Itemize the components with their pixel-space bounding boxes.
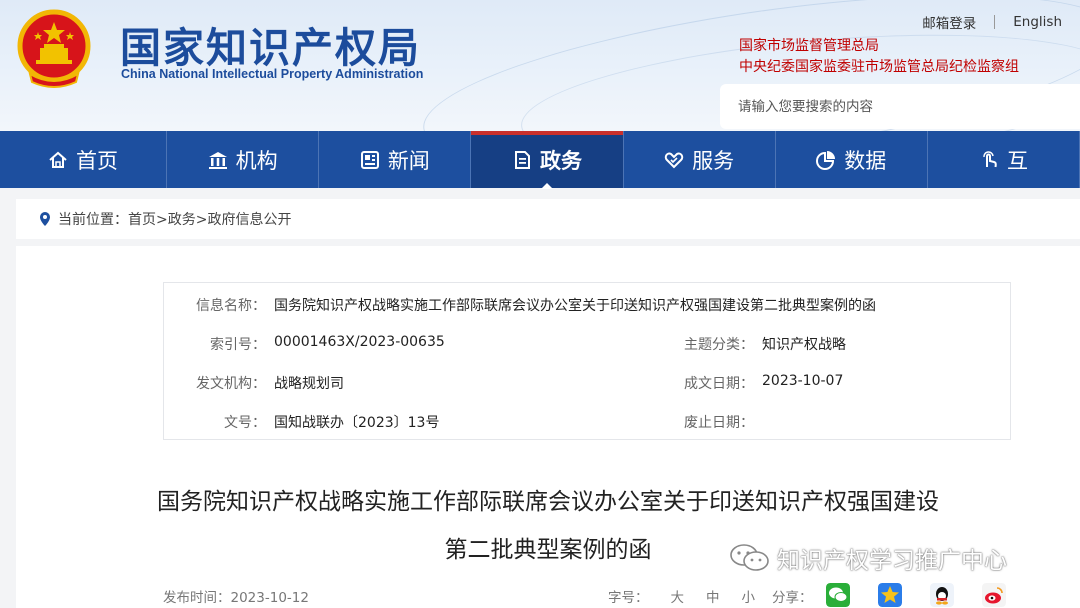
nav-label: 新闻 <box>387 148 430 173</box>
watermark-text: 知识产权学习推广中心 <box>777 548 1007 574</box>
main-nav: 首页 机构 新闻 政务 服务 数据 互 <box>0 131 1080 189</box>
wechat-watermark-icon <box>730 544 769 571</box>
search-box <box>720 84 1080 129</box>
info-label: 文号： <box>224 415 266 431</box>
discipline-inspection-link[interactable]: 中央纪委国家监委驻市场监管总局纪检监察组 <box>739 56 1019 76</box>
english-link[interactable]: English <box>995 14 1080 30</box>
page: 国家知识产权局 China National Intellectual Prop… <box>0 0 1080 608</box>
pie-chart-icon <box>816 150 836 170</box>
info-label: 发文机构： <box>196 376 266 392</box>
institution-icon <box>208 151 227 169</box>
nav-label: 数据 <box>844 148 887 173</box>
document-title-line1: 国务院知识产权战略实施工作部际联席会议办公室关于印送知识产权强国建设 <box>157 489 939 515</box>
publish-date: 2023-10-12 <box>230 590 309 606</box>
info-label: 废止日期： <box>684 415 754 431</box>
share-label: 分享： <box>772 590 813 606</box>
site-header: 国家知识产权局 China National Intellectual Prop… <box>0 0 1080 131</box>
nav-item-interaction[interactable]: 互 <box>928 131 1080 188</box>
nav-item-institution[interactable]: 机构 <box>167 131 320 188</box>
font-size-switcher: 字号： 大 中 小 <box>608 586 777 606</box>
hand-heart-icon <box>664 152 684 168</box>
info-label: 索引号： <box>210 337 266 353</box>
meta-row: 发布时间：2023-10-12 字号： 大 中 小 分享： <box>0 583 1080 607</box>
breadcrumb-prefix: 当前位置： <box>58 212 128 228</box>
nav-label: 互 <box>1006 148 1028 173</box>
breadcrumb-path[interactable]: 首页>政务>政府信息公开 <box>128 209 291 229</box>
national-emblem-icon[interactable] <box>16 8 92 88</box>
newspaper-icon <box>360 150 379 169</box>
qzone-icon[interactable] <box>878 583 902 607</box>
nav-item-home[interactable]: 首页 <box>0 131 168 188</box>
site-name-en[interactable]: China National Intellectual Property Adm… <box>121 67 423 81</box>
info-value: 战略规划司 <box>274 376 344 392</box>
site-name-cn[interactable]: 国家知识产权局 <box>120 14 421 74</box>
search-input[interactable] <box>738 96 1058 118</box>
wechat-icon[interactable] <box>826 583 850 607</box>
nav-item-news[interactable]: 新闻 <box>319 131 472 188</box>
info-value: 2023-10-07 <box>762 373 844 389</box>
publish-info: 发布时间：2023-10-12 <box>163 586 309 606</box>
info-value: 国知战联办〔2023〕13号 <box>274 415 440 431</box>
info-row-index: 索引号： 00001463X/2023-00635 主题分类： 知识产权战略 <box>164 334 1012 354</box>
info-row-issuer: 发文机构： 战略规划司 成文日期： 2023-10-07 <box>164 373 1012 393</box>
info-value: 知识产权战略 <box>762 337 846 353</box>
info-value: 00001463X/2023-00635 <box>274 334 445 350</box>
font-size-small[interactable]: 小 <box>742 586 756 606</box>
home-icon <box>49 151 67 168</box>
nav-label: 首页 <box>76 148 119 173</box>
publish-label: 发布时间： <box>163 590 231 606</box>
nav-label: 服务 <box>692 148 735 173</box>
samr-link[interactable]: 国家市场监督管理总局 <box>739 35 879 55</box>
email-login-link[interactable]: 邮箱登录 <box>904 12 994 32</box>
top-links: 邮箱登录 English <box>904 12 1080 32</box>
weibo-icon[interactable] <box>982 583 1006 607</box>
font-size-medium[interactable]: 中 <box>706 586 720 606</box>
nav-item-data[interactable]: 数据 <box>776 131 928 188</box>
info-row-docno: 文号： 国知战联办〔2023〕13号 废止日期： <box>164 412 1012 432</box>
location-pin-icon <box>40 212 50 226</box>
info-label: 信息名称： <box>196 298 266 314</box>
nav-label: 机构 <box>235 148 278 173</box>
info-table: 信息名称： 国务院知识产权战略实施工作部际联席会议办公室关于印送知识产权强国建设… <box>163 282 1011 440</box>
info-row-name: 信息名称： 国务院知识产权战略实施工作部际联席会议办公室关于印送知识产权强国建设… <box>164 295 1012 315</box>
info-label: 成文日期： <box>684 376 754 392</box>
nav-item-service[interactable]: 服务 <box>624 131 776 188</box>
info-label: 主题分类： <box>684 337 754 353</box>
info-value: 国务院知识产权战略实施工作部际联席会议办公室关于印送知识产权强国建设第二批典型案… <box>274 298 876 314</box>
font-size-label: 字号： <box>608 590 649 606</box>
watermark: 知识产权学习推广中心 <box>729 541 1007 575</box>
nav-label: 政务 <box>539 148 582 173</box>
document-icon <box>514 150 530 169</box>
nav-item-government-affairs[interactable]: 政务 <box>471 131 624 189</box>
breadcrumb: 当前位置： 首页>政务>政府信息公开 <box>16 199 1080 239</box>
font-size-large[interactable]: 大 <box>671 586 685 606</box>
qq-icon[interactable] <box>930 583 954 607</box>
touch-icon <box>983 150 997 167</box>
